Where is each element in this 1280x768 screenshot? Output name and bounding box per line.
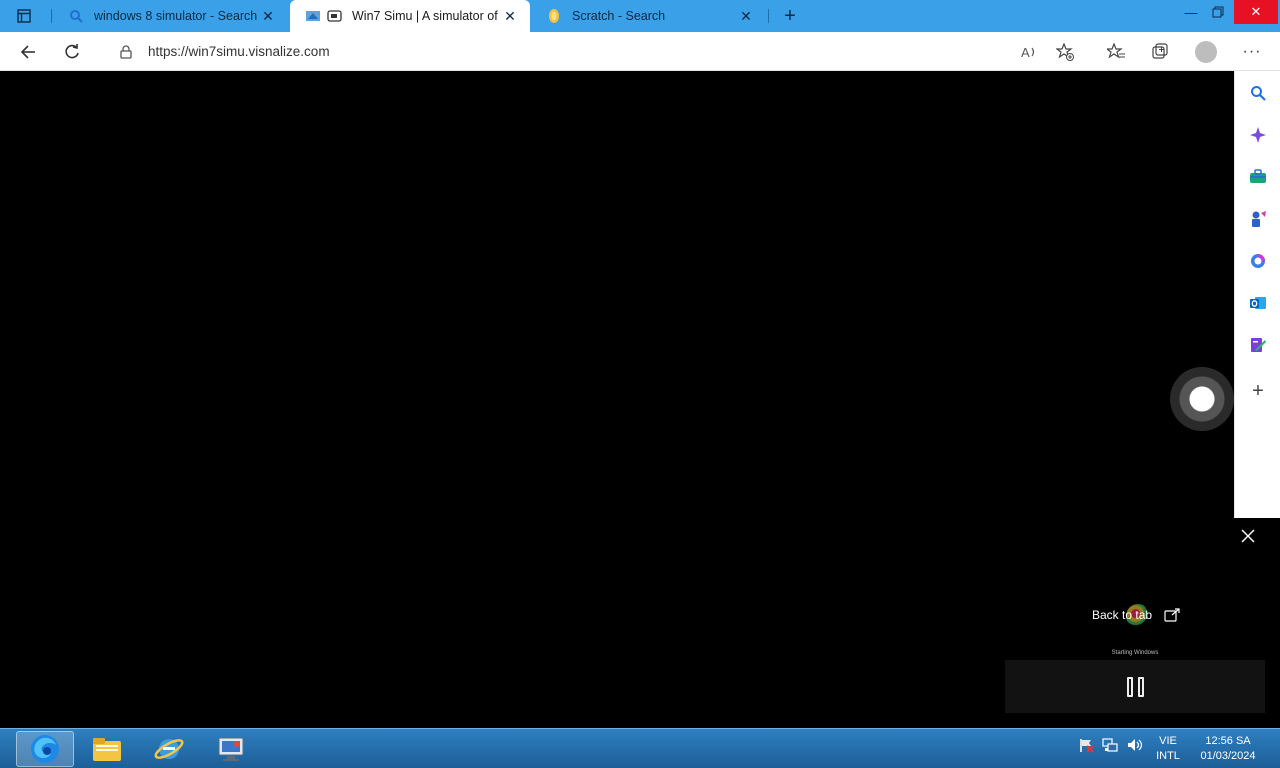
designer-icon[interactable] — [1247, 334, 1269, 356]
collections-icon — [1152, 43, 1168, 59]
windows-taskbar: VIE INTL 12:56 SA 01/03/2024 — [0, 728, 1280, 768]
taskbar-app-remote[interactable] — [202, 731, 260, 767]
start-button[interactable] — [0, 731, 14, 767]
back-to-tab-label: Back to tab — [1092, 608, 1153, 622]
pip-close-button[interactable] — [1236, 524, 1260, 548]
language-indicator[interactable]: VIE INTL — [1150, 734, 1186, 764]
taskbar-app-explorer[interactable] — [78, 731, 136, 767]
file-explorer-icon — [93, 738, 121, 761]
office-icon[interactable] — [1247, 250, 1269, 272]
tab-close-button[interactable]: ✕ — [500, 6, 520, 26]
add-favorite-button[interactable] — [1051, 38, 1079, 66]
collections-button[interactable] — [1146, 38, 1174, 66]
tab-close-button[interactable]: ✕ — [258, 6, 278, 26]
add-icon[interactable]: + — [1247, 380, 1269, 402]
tab-scratch-search[interactable]: Scratch - Search ✕ — [530, 0, 766, 32]
close-window-button[interactable]: ✕ — [1234, 0, 1278, 24]
favorites-button[interactable] — [1102, 38, 1130, 66]
back-to-tab-icon — [1164, 608, 1180, 622]
refresh-button[interactable] — [58, 38, 86, 66]
edge-sidebar: + — [1234, 71, 1280, 518]
close-icon: ✕ — [1250, 4, 1262, 19]
win7simu-favicon — [306, 8, 342, 24]
loading-indicator — [1170, 367, 1234, 431]
language-code: VIE — [1159, 735, 1177, 747]
svg-text:A: A — [1021, 45, 1030, 60]
browser-toolbar: https://win7simu.visnalize.com A ··· — [0, 32, 1280, 71]
clock-time: 12:56 SA — [1205, 735, 1251, 747]
scratch-favicon — [546, 8, 562, 24]
minimize-button[interactable]: — — [1176, 0, 1206, 24]
keyboard-layout: INTL — [1156, 750, 1180, 762]
address-bar[interactable]: https://win7simu.visnalize.com — [104, 36, 1084, 67]
back-arrow-icon — [20, 45, 35, 59]
tab-title: Win7 Simu | A simulator of — [352, 9, 498, 23]
taskbar-app-edge[interactable] — [16, 731, 74, 767]
remote-desktop-icon — [218, 737, 244, 761]
pause-bar — [1126, 677, 1133, 697]
starting-windows-text: Starting Windows — [1111, 650, 1159, 656]
read-aloud-icon: A — [1021, 45, 1035, 60]
profile-avatar[interactable] — [1195, 41, 1217, 63]
tab-title: Scratch - Search — [572, 9, 666, 23]
tab-actions-button[interactable] — [8, 4, 40, 28]
search-icon[interactable] — [1247, 82, 1269, 104]
search-icon — [68, 8, 84, 24]
minimize-icon: — — [1184, 4, 1198, 20]
internet-explorer-icon — [154, 739, 184, 759]
browser-window: windows 8 simulator - Search ✕ Win7 Simu… — [0, 0, 1280, 728]
settings-more-button[interactable]: ··· — [1238, 38, 1266, 66]
taskbar-app-ie[interactable] — [140, 731, 198, 767]
tab-title: windows 8 simulator - Search — [94, 9, 258, 23]
refresh-icon — [65, 44, 79, 59]
tab-win7simu[interactable]: Win7 Simu | A simulator of ✕ — [290, 0, 530, 32]
clock-date: 01/03/2024 — [1200, 750, 1256, 762]
restore-icon — [1212, 6, 1224, 18]
volume-icon[interactable] — [1126, 737, 1142, 753]
edge-icon — [31, 735, 59, 763]
plus-icon: + — [784, 4, 796, 27]
restore-button[interactable] — [1203, 0, 1233, 24]
close-icon — [1241, 529, 1255, 543]
taskbar-clock[interactable]: 12:56 SA 01/03/2024 — [1192, 734, 1264, 764]
back-button[interactable] — [14, 38, 42, 66]
tab-strip: windows 8 simulator - Search ✕ Win7 Simu… — [0, 0, 1280, 32]
lock-icon — [118, 44, 134, 60]
address-url: https://win7simu.visnalize.com — [148, 44, 330, 59]
games-icon[interactable] — [1247, 208, 1269, 230]
more-icon: ··· — [1242, 43, 1262, 60]
network-flag-icon[interactable] — [1078, 737, 1094, 753]
pause-bar — [1137, 677, 1144, 697]
star-add-icon — [1056, 43, 1074, 61]
outlook-icon[interactable] — [1247, 292, 1269, 314]
tab-search-windows8[interactable]: windows 8 simulator - Search ✕ — [52, 0, 288, 32]
pause-button[interactable] — [1125, 677, 1145, 697]
back-to-tab-button[interactable]: Back to tab — [1092, 606, 1180, 624]
copilot-icon[interactable] — [1247, 124, 1269, 146]
network-icon[interactable] — [1102, 737, 1118, 753]
new-tab-button[interactable]: + — [776, 4, 804, 28]
tab-actions-icon — [17, 9, 31, 23]
page-content[interactable] — [0, 71, 1234, 728]
read-aloud-button[interactable]: A — [1015, 38, 1043, 66]
system-tray — [1078, 737, 1142, 753]
tab-close-button[interactable]: ✕ — [736, 6, 756, 26]
shopping-icon[interactable] — [1247, 166, 1269, 188]
tab-separator — [768, 9, 769, 23]
favorites-icon — [1107, 43, 1125, 59]
